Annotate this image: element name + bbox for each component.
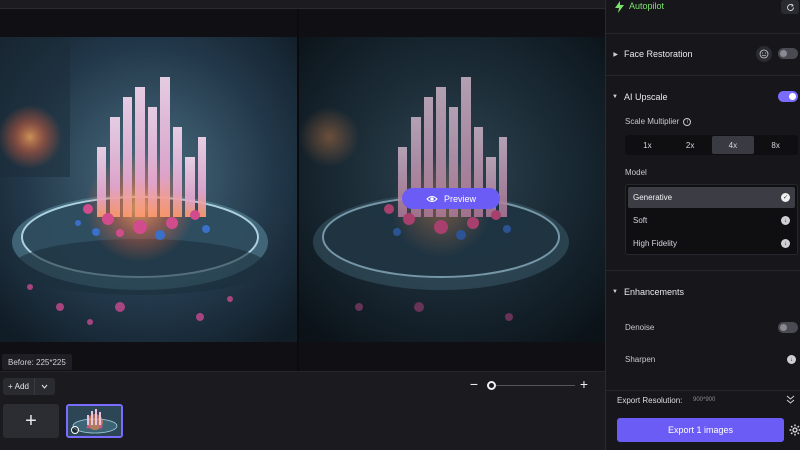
before-image-pane[interactable] [0, 37, 297, 342]
download-icon[interactable]: ↓ [787, 355, 796, 364]
smile-icon [759, 49, 769, 59]
scale-option-2x[interactable]: 2x [669, 136, 712, 154]
face-icon[interactable] [756, 46, 772, 62]
zoom-slider-track[interactable] [491, 385, 575, 386]
ai-upscale-title: AI Upscale [624, 92, 668, 102]
before-size-label: Before: 225*225 [2, 354, 72, 370]
info-icon[interactable]: i [683, 117, 692, 126]
model-name: Soft [633, 216, 648, 225]
model-name: Generative [633, 193, 673, 202]
caret-down-icon: ▼ [612, 94, 618, 100]
before-image [0, 37, 297, 342]
download-icon[interactable]: ↓ [781, 239, 790, 248]
denoise-toggle[interactable] [778, 322, 798, 333]
preview-label: Preview [443, 193, 476, 204]
toggle-knob [780, 324, 787, 331]
chevron-down-icon [42, 384, 48, 389]
face-restoration-toggle[interactable] [778, 48, 798, 59]
model-label: Model [625, 168, 647, 177]
caret-down-icon: ▼ [612, 289, 618, 295]
separator [606, 75, 800, 76]
check-icon: ✓ [781, 193, 790, 202]
model-option-soft[interactable]: Soft ↓ [628, 210, 795, 231]
ai-upscale-header[interactable]: ▼ AI Upscale [606, 90, 800, 104]
refresh-button[interactable] [781, 0, 799, 14]
image-thumbnail[interactable] [66, 404, 123, 438]
gear-icon[interactable] [789, 424, 800, 436]
scale-option-8x[interactable]: 8x [754, 136, 797, 154]
denoise-label: Denoise [625, 323, 655, 332]
ai-upscale-toggle[interactable] [778, 91, 798, 102]
model-option-high-fidelity[interactable]: High Fidelity ↓ [628, 233, 795, 254]
export-resolution-label: Export Resolution: [617, 396, 683, 405]
plus-icon: + [8, 382, 13, 391]
toggle-knob [789, 93, 796, 100]
sharpen-label: Sharpen [625, 355, 656, 364]
caret-right-icon: ▶ [613, 51, 618, 58]
double-chevron-icon[interactable] [786, 394, 795, 404]
export-button[interactable]: Export 1 images [617, 418, 784, 442]
scale-multiplier-label: Scale Multiplier i [625, 117, 692, 126]
model-name: High Fidelity [633, 239, 678, 248]
select-circle-icon[interactable] [71, 426, 79, 434]
add-main-button[interactable]: + Add [3, 378, 35, 395]
lightning-icon [615, 1, 624, 13]
workspace-top-strip [0, 0, 605, 9]
model-option-generative[interactable]: Generative ✓ [628, 187, 795, 208]
enhancements-header[interactable]: ▼ Enhancements [606, 285, 800, 299]
scale-multiplier-text: Scale Multiplier [625, 117, 680, 126]
zoom-out-button[interactable]: − [468, 377, 480, 391]
enhancements-title: Enhancements [624, 287, 685, 297]
export-resolution-bar[interactable]: Export Resolution: 900*900 [606, 390, 800, 410]
autopilot-label[interactable]: Autopilot [629, 1, 664, 11]
filmstrip-bar: + Add − + + [0, 371, 605, 450]
preview-button[interactable]: Preview [402, 188, 500, 209]
separator [606, 270, 800, 271]
add-dropdown-button[interactable] [35, 384, 55, 389]
settings-panel: Autopilot ▶ Face Restoration ▼ AI Upscal… [605, 0, 800, 450]
eye-icon [426, 195, 438, 202]
add-label: Add [14, 382, 29, 391]
download-icon[interactable]: ↓ [781, 216, 790, 225]
scale-option-1x[interactable]: 1x [626, 136, 669, 154]
separator [606, 33, 800, 34]
scale-option-4x[interactable]: 4x [711, 136, 755, 154]
face-restoration-title: Face Restoration [624, 49, 693, 59]
model-list: Generative ✓ Soft ↓ High Fidelity ↓ [625, 184, 798, 255]
refresh-icon [786, 3, 794, 11]
toggle-knob [780, 50, 787, 57]
scale-multiplier-selector[interactable]: 1x 2x 4x 8x [625, 135, 798, 155]
add-image-tile[interactable]: + [3, 404, 59, 438]
comparison-canvas[interactable]: Preview Before: 225*225 [0, 9, 605, 371]
zoom-slider-handle[interactable] [486, 381, 496, 390]
zoom-in-button[interactable]: + [578, 377, 590, 391]
add-button[interactable]: + Add [3, 378, 55, 395]
export-resolution-value: 900*900 [693, 397, 716, 403]
